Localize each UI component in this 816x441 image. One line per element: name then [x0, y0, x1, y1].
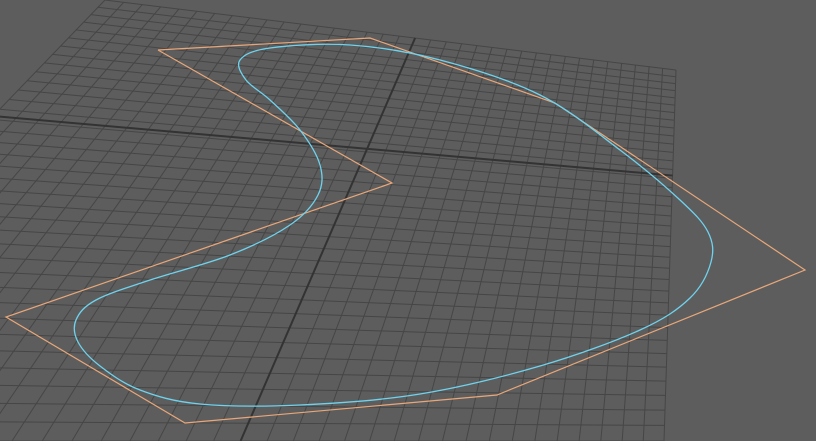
- grid-line: [0, 302, 668, 329]
- axis-line-z: [239, 37, 417, 441]
- grid-line: [0, 402, 666, 411]
- grid-line: [27, 80, 674, 145]
- grid-line: [0, 257, 669, 292]
- grid-line: [0, 421, 665, 426]
- grid-line: [0, 4, 143, 165]
- 3d-viewport[interactable]: [0, 0, 816, 441]
- grid-line: [0, 177, 671, 227]
- grid-axes: [0, 37, 673, 441]
- grid-line: [318, 43, 463, 441]
- grid-line: [0, 0, 106, 110]
- control-polygon[interactable]: [4, 37, 807, 424]
- grid-line: [0, 333, 667, 355]
- grid-line: [0, 6, 162, 194]
- grid-line: [663, 69, 677, 441]
- grid-line: [266, 39, 432, 441]
- ground-grid: [0, 0, 677, 441]
- grid-line: [642, 68, 664, 441]
- viewport-canvas[interactable]: [0, 0, 816, 441]
- grid-line: [418, 50, 523, 441]
- grid-line: [511, 58, 581, 441]
- grid-line: [369, 47, 493, 441]
- grid-line: [0, 243, 670, 281]
- grid-line: [292, 41, 447, 441]
- grid-line: [0, 142, 672, 198]
- grid-line: [0, 130, 673, 188]
- axis-line-x: [0, 115, 673, 177]
- grid-line: [18, 89, 674, 153]
- grid-line: [465, 54, 552, 441]
- grid-line: [35, 71, 674, 137]
